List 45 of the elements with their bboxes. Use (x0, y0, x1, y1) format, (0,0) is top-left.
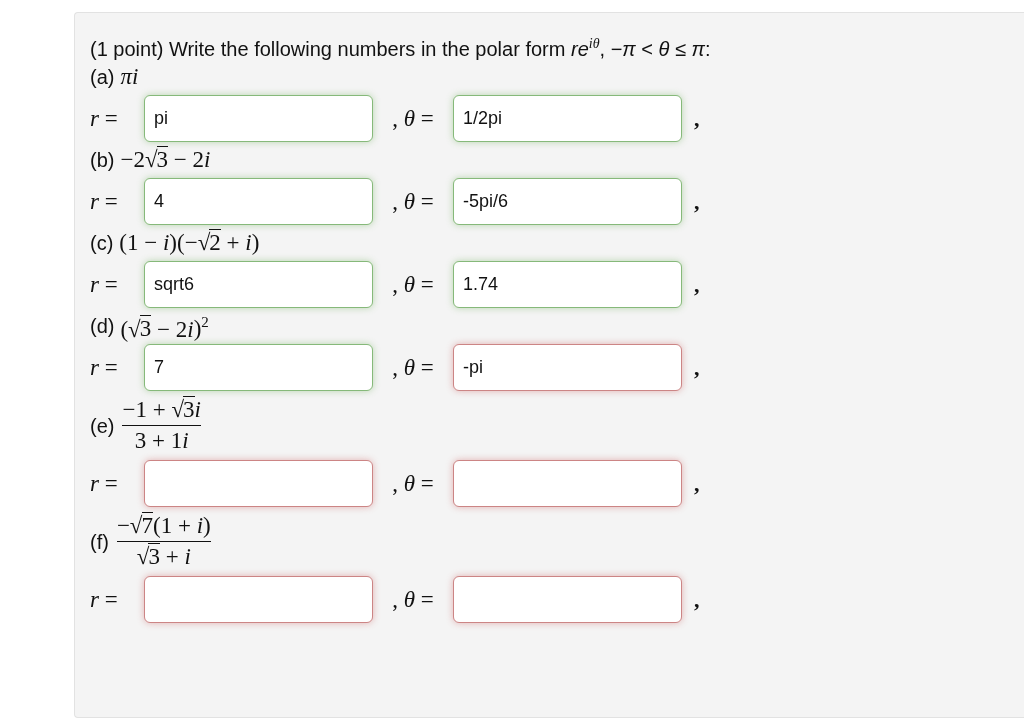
answer-field[interactable] (144, 576, 373, 623)
answer-field[interactable]: pi (144, 95, 373, 142)
answer-field[interactable] (144, 460, 373, 507)
math-expression: −2√3 − 2i (120, 147, 211, 173)
trailing-comma: , (694, 271, 700, 298)
answer-field[interactable] (453, 460, 682, 507)
variable-label: , θ = (391, 354, 435, 381)
answer-field[interactable]: 7 (144, 344, 373, 391)
variable-label: , θ = (391, 271, 435, 298)
part-label: (f) (90, 529, 109, 554)
variable-label: r = (90, 586, 119, 613)
answer-field[interactable]: 4 (144, 178, 373, 225)
trailing-comma: , (694, 470, 700, 497)
part-label: (b) (90, 148, 115, 172)
problem-statement: (1 point) Write the following numbers in the polar form re$^{iθ}$, −π < θ ≤ π: (90, 35, 712, 59)
variable-label: r = (90, 188, 119, 215)
answer-field[interactable]: 1.74 (453, 261, 682, 308)
answer-field[interactable]: 1/2pi (453, 95, 682, 142)
part-label: (e) (90, 413, 115, 438)
math-expression: πi (120, 64, 139, 90)
answer-field[interactable] (453, 576, 682, 623)
variable-label: r = (90, 271, 119, 298)
math-expression: (√3 − 2i)$^{2}$ (120, 313, 209, 343)
variable-label: , θ = (391, 586, 435, 613)
trailing-comma: , (694, 586, 700, 613)
math-expression: (1 − i)(−√2 + i) (119, 230, 260, 256)
variable-label: , θ = (391, 470, 435, 497)
answer-field[interactable]: sqrt6 (144, 261, 373, 308)
trailing-comma: , (694, 354, 700, 381)
trailing-comma: , (694, 105, 700, 132)
variable-label: , θ = (391, 188, 435, 215)
fraction-numerator: −1 + √3i (122, 396, 201, 423)
variable-label: r = (90, 105, 119, 132)
fraction-denominator: 3 + 1i (134, 428, 189, 455)
part-label: (a) (90, 65, 115, 89)
fraction-numerator: −√7(1 + i) (116, 512, 211, 539)
trailing-comma: , (694, 188, 700, 215)
part-label: (c) (90, 231, 114, 255)
fraction-denominator: √3 + i (136, 544, 191, 571)
part-label: (d) (90, 314, 115, 338)
answer-field[interactable]: -5pi/6 (453, 178, 682, 225)
variable-label: r = (90, 470, 119, 497)
variable-label: , θ = (391, 105, 435, 132)
variable-label: r = (90, 354, 119, 381)
answer-field[interactable]: -pi (453, 344, 682, 391)
